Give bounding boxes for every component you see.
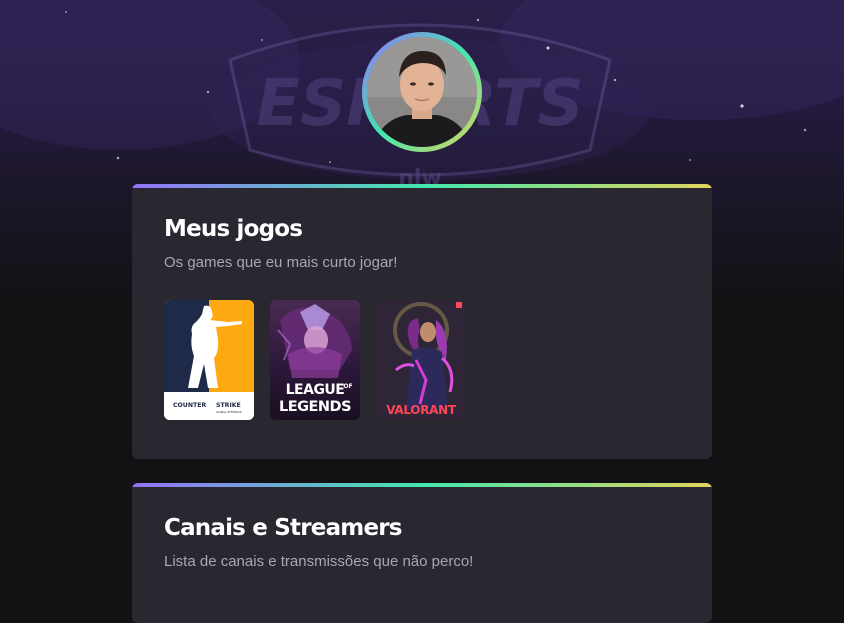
valorant-cover-icon: VALORANT	[376, 300, 466, 420]
counter-strike-logo-counter: COUNTER	[173, 402, 206, 409]
league-of-legends-cover-icon: LEAGUE OF LEGENDS	[270, 300, 360, 420]
valorant-logo: VALORANT	[386, 403, 457, 417]
counter-strike-cover-icon: COUNTER STRIKE GLOBAL OFFENSIVE	[164, 300, 254, 420]
streamers-subtitle: Lista de canais e transmissões que não p…	[164, 553, 474, 570]
user-photo-icon	[367, 37, 477, 147]
lol-logo-legends: LEGENDS	[279, 399, 351, 415]
game-card-valorant[interactable]: VALORANT	[376, 300, 466, 420]
games-card: Meus jogos Os games que eu mais curto jo…	[132, 184, 712, 459]
game-card-league-of-legends[interactable]: LEAGUE OF LEGENDS	[270, 300, 360, 420]
avatar-ring	[362, 32, 482, 152]
game-card-counter-strike[interactable]: COUNTER STRIKE GLOBAL OFFENSIVE	[164, 300, 254, 420]
lol-logo-of: OF	[343, 383, 352, 390]
counter-strike-logo-subtitle: GLOBAL OFFENSIVE	[216, 410, 242, 414]
games-title: Meus jogos	[164, 216, 303, 242]
lol-logo-league: LEAGUE	[286, 382, 345, 398]
games-list: COUNTER STRIKE GLOBAL OFFENSIVE LEAGUE O…	[164, 300, 466, 420]
streamers-title: Canais e Streamers	[164, 515, 403, 541]
avatar	[367, 37, 477, 147]
streamers-card: Canais e Streamers Lista de canais e tra…	[132, 483, 712, 623]
games-subtitle: Os games que eu mais curto jogar!	[164, 254, 398, 271]
counter-strike-logo-strike: STRIKE	[216, 402, 241, 409]
